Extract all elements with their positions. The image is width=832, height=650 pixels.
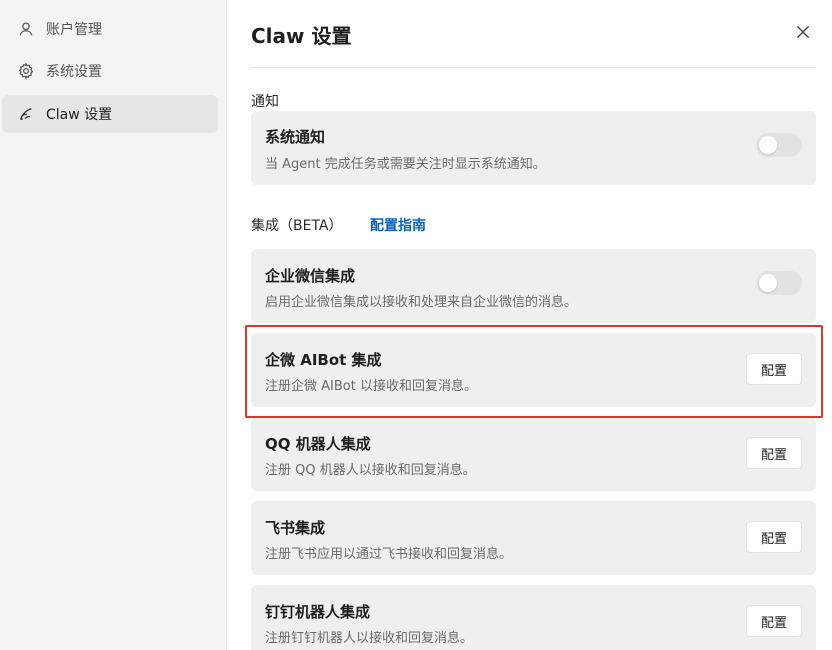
- section-label-integration: 集成（BETA）: [251, 218, 343, 234]
- user-icon: [16, 19, 36, 39]
- toggle-knob: [759, 274, 777, 292]
- card-feishu: 飞书集成 注册飞书应用以通过飞书接收和回复消息。 配置: [251, 501, 816, 575]
- sidebar-item-system[interactable]: 系统设置: [2, 52, 218, 90]
- card-system-notify: 系统通知 当 Agent 完成任务或需要关注时显示系统通知。: [251, 111, 816, 185]
- wecom-toggle[interactable]: [756, 271, 802, 295]
- settings-panel: Claw 设置 通知 系统通知 当 Agent 完成任务或需要关注时显示系统通知…: [227, 0, 832, 650]
- sidebar-item-account[interactable]: 账户管理: [2, 10, 218, 48]
- claw-icon: [16, 104, 36, 124]
- toggle-knob: [759, 136, 777, 154]
- qq-config-button[interactable]: 配置: [746, 437, 802, 469]
- card-dingtalk: 钉钉机器人集成 注册钉钉机器人以接收和回复消息。 配置: [251, 585, 816, 650]
- sidebar-item-label: Claw 设置: [46, 107, 113, 123]
- config-guide-link[interactable]: 配置指南: [370, 215, 426, 235]
- card-title: 飞书集成: [265, 519, 326, 537]
- card-desc: 注册飞书应用以通过飞书接收和回复消息。: [265, 547, 513, 562]
- card-desc: 注册钉钉机器人以接收和回复消息。: [265, 631, 474, 646]
- section-label-notify: 通知: [251, 94, 279, 110]
- card-wecom: 企业微信集成 启用企业微信集成以接收和处理来自企业微信的消息。: [251, 249, 816, 323]
- close-button[interactable]: [792, 21, 814, 43]
- card-qq: QQ 机器人集成 注册 QQ 机器人以接收和回复消息。 配置: [251, 417, 816, 491]
- card-desc: 当 Agent 完成任务或需要关注时显示系统通知。: [265, 157, 546, 172]
- card-title: 系统通知: [265, 128, 326, 146]
- card-title: 企微 AIBot 集成: [265, 351, 382, 369]
- card-title: 企业微信集成: [265, 267, 356, 285]
- gear-icon: [16, 61, 36, 81]
- sidebar-item-claw[interactable]: Claw 设置: [2, 95, 218, 133]
- sidebar-item-label: 账户管理: [46, 22, 102, 38]
- sidebar-item-label: 系统设置: [46, 64, 102, 80]
- card-desc: 注册 QQ 机器人以接收和回复消息。: [265, 463, 476, 478]
- divider: [251, 67, 816, 68]
- dingtalk-config-button[interactable]: 配置: [746, 605, 802, 637]
- page-title: Claw 设置: [251, 24, 352, 48]
- card-title: 钉钉机器人集成: [265, 603, 371, 621]
- sidebar: 账户管理 系统设置 Claw 设置: [0, 0, 227, 650]
- close-icon: [797, 26, 809, 38]
- card-desc: 注册企微 AIBot 以接收和回复消息。: [265, 379, 477, 394]
- card-desc: 启用企业微信集成以接收和处理来自企业微信的消息。: [265, 295, 578, 310]
- card-wecom-aibot: 企微 AIBot 集成 注册企微 AIBot 以接收和回复消息。 配置: [251, 333, 816, 407]
- system-notify-toggle[interactable]: [756, 133, 802, 157]
- wecom-aibot-config-button[interactable]: 配置: [746, 353, 802, 385]
- card-title: QQ 机器人集成: [265, 435, 371, 453]
- feishu-config-button[interactable]: 配置: [746, 521, 802, 553]
